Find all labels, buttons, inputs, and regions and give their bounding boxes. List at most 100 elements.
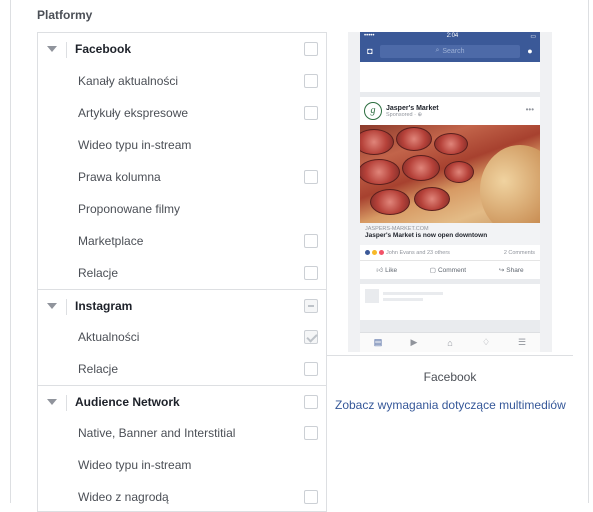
placement-label: Wideo typu in-stream (78, 138, 192, 152)
placement-native-banner-and-interstitial[interactable]: Native, Banner and Interstitial (38, 417, 326, 449)
search-placeholder: Search (442, 47, 465, 55)
chevron-down-icon[interactable] (47, 46, 57, 52)
search-icon: ⌕ (435, 47, 440, 54)
share-icon: ↪ (498, 267, 505, 274)
menu-tab-icon: ☰ (517, 337, 527, 347)
placement-label: Wideo typu in-stream (78, 458, 192, 472)
placement-prawa-kolumna-checkbox[interactable] (304, 170, 318, 184)
placement-relacje-checkbox[interactable] (304, 362, 318, 376)
placeholder-post (360, 284, 540, 320)
platform-label: Instagram (75, 298, 133, 313)
signal-icon: ••••• (364, 33, 375, 39)
post-actions: 👍︎ Like ▢ Comment ↪ Share (360, 261, 540, 279)
placement-prawa-kolumna[interactable]: Prawa kolumna (38, 161, 326, 193)
link-title: Jasper's Market is now open downtown (365, 232, 488, 239)
sponsored-label: Sponsored · ⊕ (386, 111, 423, 118)
section-title: Platformy (37, 8, 93, 22)
like-reaction-icon (365, 250, 370, 255)
video-tab-icon: ▶ (410, 337, 418, 347)
marketplace-tab-icon: ⌂ (447, 337, 453, 348)
page-avatar: g (364, 102, 382, 120)
right-border (588, 0, 589, 503)
news-feed-tab-icon: ▤ (373, 337, 383, 347)
platform-instagram[interactable]: Instagram (38, 289, 326, 321)
placement-label: Relacje (78, 266, 119, 280)
placement-kana-y-aktualnosci[interactable]: Kanały aktualności (38, 65, 326, 97)
placement-artyku-y-ekspresowe-checkbox[interactable] (304, 106, 318, 120)
placement-marketplace[interactable]: Marketplace (38, 225, 326, 257)
placement-relacje[interactable]: Relacje (38, 257, 326, 289)
comment-icon: ▢ (429, 267, 436, 274)
placement-kana-y-aktualnosci-checkbox[interactable] (304, 74, 318, 88)
ad-preview: ••••• 2:04 ▭ ◘ ⌕ Search ● g Jasper's Mar… (348, 32, 552, 352)
fig-slice (396, 127, 432, 151)
fb-navbar: ◘ ⌕ Search ● (360, 40, 540, 62)
tart-crust (480, 145, 540, 223)
media-requirements-link[interactable]: Zobacz wymagania dotyczące multimediów (335, 398, 566, 412)
placement-wideo-z-nagroda[interactable]: Wideo z nagrodą (38, 481, 326, 511)
fig-slice (370, 189, 410, 215)
preview-caption: Facebook (423, 370, 477, 384)
battery-icon: ▭ (530, 33, 536, 40)
fig-slice (414, 187, 450, 211)
platform-instagram-checkbox[interactable] (304, 299, 318, 313)
fig-slice (402, 155, 440, 181)
placement-label: Wideo z nagrodą (78, 490, 169, 504)
thumbs-up-icon: 👍︎ (376, 267, 384, 274)
divider (66, 299, 67, 315)
comment-action: ▢ Comment (429, 266, 467, 275)
phone-mockup: ••••• 2:04 ▭ ◘ ⌕ Search ● g Jasper's Mar… (360, 32, 540, 352)
placement-label: Prawa kolumna (78, 170, 161, 184)
left-border (10, 0, 11, 503)
platform-audience-network-checkbox[interactable] (304, 395, 318, 409)
placement-label: Proponowane filmy (78, 202, 181, 216)
placement-label: Relacje (78, 362, 119, 376)
placement-wideo-typu-in-stream[interactable]: Wideo typu in-stream (38, 129, 326, 161)
like-action: 👍︎ Like (376, 266, 398, 275)
placement-label: Artykuły ekspresowe (78, 106, 189, 120)
placement-relacje-checkbox[interactable] (304, 266, 318, 280)
placement-relacje[interactable]: Relacje (38, 353, 326, 385)
reactions-text: John Evans and 23 others (386, 249, 450, 256)
placement-marketplace-checkbox[interactable] (304, 234, 318, 248)
composer-area (360, 62, 540, 92)
reactions-bar: John Evans and 23 others 2 Comments (360, 245, 540, 261)
chevron-down-icon[interactable] (47, 399, 57, 405)
placement-aktualnosci[interactable]: Aktualności (38, 321, 326, 353)
sponsored-post: g Jasper's Market Sponsored · ⊕ ••• JASP… (360, 97, 540, 279)
preview-divider (327, 355, 573, 356)
placement-label: Native, Banner and Interstitial (78, 426, 236, 440)
fig-slice (434, 133, 468, 155)
fb-search-bar: ⌕ Search (380, 44, 520, 58)
placement-native-banner-and-interstitial-checkbox[interactable] (304, 426, 318, 440)
placement-label: Kanały aktualności (78, 74, 179, 88)
page-name: Jasper's Market (386, 104, 439, 112)
notifications-tab-icon: ♢ (481, 337, 491, 347)
status-bar: ••••• 2:04 ▭ (360, 32, 540, 40)
placement-wideo-z-nagroda-checkbox[interactable] (304, 490, 318, 504)
placement-aktualnosci-checkbox[interactable] (304, 330, 318, 344)
chevron-down-icon[interactable] (47, 303, 57, 309)
fb-tab-bar: ▤ ▶ ⌂ ♢ ☰ (360, 332, 540, 352)
platform-audience-network[interactable]: Audience Network (38, 385, 326, 417)
fig-slice (444, 161, 474, 183)
love-reaction-icon (379, 250, 384, 255)
wow-reaction-icon (372, 250, 377, 255)
placement-wideo-typu-in-stream[interactable]: Wideo typu in-stream (38, 449, 326, 481)
placement-proponowane-filmy[interactable]: Proponowane filmy (38, 193, 326, 225)
post-header: g Jasper's Market Sponsored · ⊕ ••• (360, 97, 540, 125)
fig-slice (360, 129, 394, 155)
placement-label: Marketplace (78, 234, 144, 248)
divider (66, 395, 67, 411)
comments-count: 2 Comments (503, 249, 535, 256)
platform-facebook[interactable]: Facebook (38, 33, 326, 65)
more-options-icon: ••• (525, 105, 534, 114)
platform-label: Audience Network (75, 394, 180, 409)
placement-label: Aktualności (78, 330, 140, 344)
platform-facebook-checkbox[interactable] (304, 42, 318, 56)
status-time: 2:04 (446, 33, 459, 39)
placement-artyku-y-ekspresowe[interactable]: Artykuły ekspresowe (38, 97, 326, 129)
link-preview: JASPERS-MARKET.COM Jasper's Market is no… (360, 223, 540, 245)
post-image (360, 125, 540, 223)
share-action: ↪ Share (498, 266, 524, 275)
